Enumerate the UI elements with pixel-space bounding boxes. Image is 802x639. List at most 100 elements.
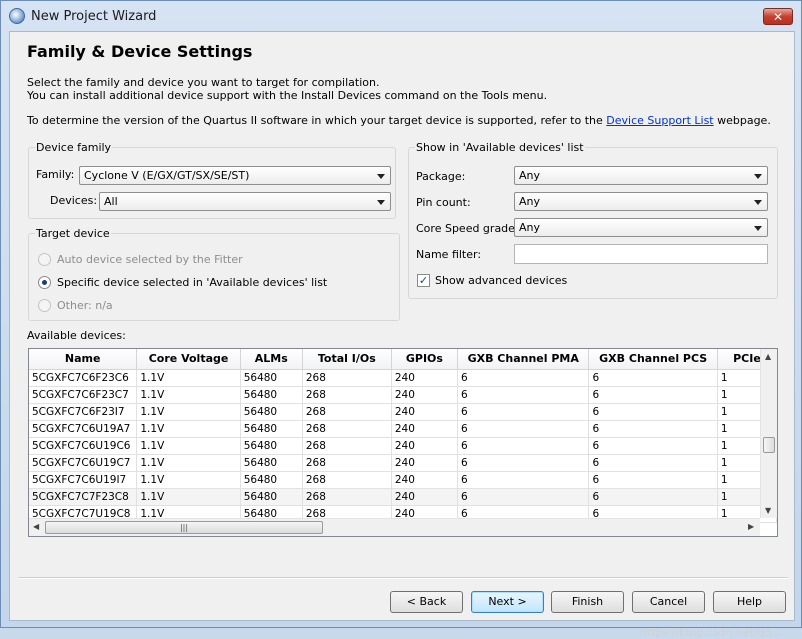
cell-gpios: 240: [391, 488, 458, 506]
table-row[interactable]: 5CGXFC7C6F23I7 1.1V 56480 268 240 6 6 1: [29, 403, 777, 421]
cell-core-voltage: 1.1V: [136, 403, 241, 421]
chevron-down-icon: [754, 174, 762, 179]
description-line-3-prefix: To determine the version of the Quartus …: [27, 114, 607, 127]
cell-gxb-pma: 6: [457, 386, 590, 404]
speed-grade-select-value: Any: [519, 221, 541, 234]
filter-group: Show in 'Available devices' list Package…: [408, 141, 778, 299]
cell-alms: 56480: [240, 369, 303, 387]
cell-total-ios: 268: [302, 454, 392, 472]
cell-name: 5CGXFC7C6F23I7: [29, 403, 138, 421]
cell-gpios: 240: [391, 403, 458, 421]
scroll-up-icon[interactable]: ▲: [765, 352, 771, 361]
radio-button-icon[interactable]: [38, 299, 51, 312]
device-family-group: Device family Family: Cyclone V (E/GX/GT…: [28, 141, 396, 219]
cell-total-ios: 268: [302, 403, 392, 421]
cell-name: 5CGXFC7C6U19C6: [29, 437, 138, 455]
cell-gpios: 240: [391, 420, 458, 438]
quartus-app-icon: [9, 8, 25, 24]
table-row[interactable]: 5CGXFC7C6U19C6 1.1V 56480 268 240 6 6 1: [29, 437, 777, 455]
pin-count-select[interactable]: Any: [514, 192, 768, 211]
chevron-down-icon: [377, 174, 385, 179]
scroll-right-icon[interactable]: ▶: [748, 522, 754, 531]
cell-name: 5CGXFC7C7F23C8: [29, 488, 138, 506]
available-devices-table[interactable]: Name Core Voltage ALMs Total I/Os GPIOs …: [28, 348, 778, 537]
cell-gxb-pma: 6: [457, 369, 590, 387]
table-row[interactable]: 5CGXFC7C6U19I7 1.1V 56480 268 240 6 6 1: [29, 471, 777, 489]
radio-button-icon[interactable]: [38, 253, 51, 266]
finish-button[interactable]: Finish: [551, 591, 624, 613]
cell-gpios: 240: [391, 386, 458, 404]
cell-gxb-pcs: 6: [588, 420, 718, 438]
available-devices-label: Available devices:: [27, 329, 126, 342]
target-device-group: Target device Auto device selected by th…: [28, 227, 400, 321]
vertical-scroll-thumb[interactable]: [763, 437, 775, 453]
filter-group-label: Show in 'Available devices' list: [415, 141, 585, 154]
chevron-down-icon: [754, 226, 762, 231]
cell-gxb-pma: 6: [457, 471, 590, 489]
name-filter-label: Name filter:: [416, 248, 482, 261]
cell-gpios: 240: [391, 437, 458, 455]
cell-total-ios: 268: [302, 420, 392, 438]
description-line-2: You can install additional device suppor…: [27, 89, 548, 102]
close-button[interactable]: ✕: [763, 8, 793, 25]
speed-grade-select[interactable]: Any: [514, 218, 768, 237]
radio-auto-device[interactable]: Auto device selected by the Fitter: [38, 253, 243, 266]
column-header-name[interactable]: Name: [29, 349, 138, 370]
scroll-left-icon[interactable]: ◀: [33, 522, 39, 531]
back-button[interactable]: < Back: [390, 591, 463, 613]
help-button[interactable]: Help: [713, 591, 786, 613]
description-line-1: Select the family and device you want to…: [27, 76, 380, 89]
cell-gxb-pcs: 6: [588, 454, 718, 472]
next-button[interactable]: Next >: [471, 591, 544, 613]
table-row[interactable]: 5CGXFC7C6U19C7 1.1V 56480 268 240 6 6 1: [29, 454, 777, 472]
table-row[interactable]: 5CGXFC7C7F23C8 1.1V 56480 268 240 6 6 1: [29, 488, 777, 506]
cell-alms: 56480: [240, 437, 303, 455]
vertical-scrollbar[interactable]: ▲ ▼: [760, 349, 777, 518]
column-header-alms[interactable]: ALMs: [240, 349, 303, 370]
table-row[interactable]: 5CGXFC7C6F23C6 1.1V 56480 268 240 6 6 1: [29, 369, 777, 387]
cancel-button[interactable]: Cancel: [632, 591, 705, 613]
cell-alms: 56480: [240, 471, 303, 489]
column-header-gxb-pma[interactable]: GXB Channel PMA: [457, 349, 590, 370]
device-family-group-label: Device family: [35, 141, 113, 154]
checkmark-icon[interactable]: ✓: [417, 274, 430, 287]
cell-total-ios: 268: [302, 386, 392, 404]
wizard-content: Family & Device Settings Select the fami…: [9, 31, 795, 639]
cell-gpios: 240: [391, 454, 458, 472]
devices-select-value: All: [104, 195, 118, 208]
package-select[interactable]: Any: [514, 166, 768, 185]
radio-other-device-label: Other: n/a: [57, 299, 113, 312]
column-header-core-voltage[interactable]: Core Voltage: [136, 349, 241, 370]
description-line-3-suffix: webpage.: [713, 114, 771, 127]
cell-total-ios: 268: [302, 471, 392, 489]
pin-count-select-value: Any: [519, 195, 541, 208]
table-row[interactable]: 5CGXFC7C6F23C7 1.1V 56480 268 240 6 6 1: [29, 386, 777, 404]
column-header-gxb-pcs[interactable]: GXB Channel PCS: [588, 349, 718, 370]
cell-gxb-pma: 6: [457, 437, 590, 455]
cell-gxb-pcs: 6: [588, 369, 718, 387]
devices-label: Devices:: [50, 194, 98, 207]
devices-select[interactable]: All: [99, 192, 391, 211]
cell-core-voltage: 1.1V: [136, 471, 241, 489]
cell-total-ios: 268: [302, 488, 392, 506]
column-header-total-ios[interactable]: Total I/Os: [302, 349, 392, 370]
device-support-list-link[interactable]: Device Support List: [606, 114, 713, 127]
family-select[interactable]: Cyclone V (E/GX/GT/SX/SE/ST): [79, 166, 391, 185]
show-advanced-checkbox[interactable]: ✓ Show advanced devices: [417, 274, 567, 287]
cell-name: 5CGXFC7C6U19I7: [29, 471, 138, 489]
pin-count-label: Pin count:: [416, 196, 471, 209]
radio-other-device[interactable]: Other: n/a: [38, 299, 113, 312]
page-title: Family & Device Settings: [27, 42, 253, 61]
cell-name: 5CGXFC7C6U19C7: [29, 454, 138, 472]
table-row[interactable]: 5CGXFC7C6U19A7 1.1V 56480 268 240 6 6 1: [29, 420, 777, 438]
scroll-down-icon[interactable]: ▼: [765, 506, 771, 515]
close-icon[interactable]: ✕: [773, 10, 783, 24]
radio-specific-device-label: Specific device selected in 'Available d…: [57, 276, 328, 289]
name-filter-input[interactable]: [514, 244, 768, 264]
horizontal-scroll-thumb[interactable]: |||: [45, 521, 323, 534]
column-header-gpios[interactable]: GPIOs: [391, 349, 458, 370]
radio-button-icon[interactable]: [38, 276, 51, 289]
window-title: New Project Wizard: [31, 8, 157, 24]
horizontal-scrollbar[interactable]: ◀ ||| ▶: [29, 518, 760, 536]
radio-specific-device[interactable]: Specific device selected in 'Available d…: [38, 276, 327, 289]
